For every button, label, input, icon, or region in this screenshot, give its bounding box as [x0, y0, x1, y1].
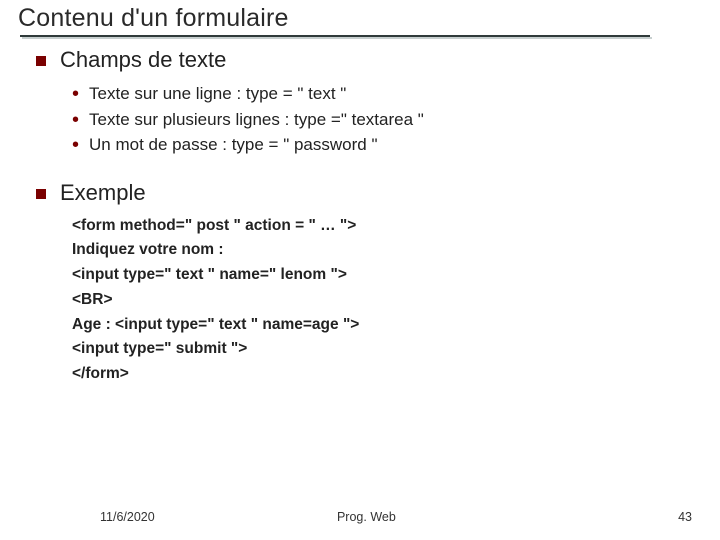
title-area: Contenu d'un formulaire: [0, 0, 720, 37]
code-line: <input type=" submit ">: [72, 337, 700, 362]
list-item-text: Texte sur une ligne : type = " text ": [89, 81, 346, 107]
dot-bullet-icon: •: [72, 133, 79, 158]
footer-date: 11/6/2020: [100, 510, 155, 524]
title-underline: [20, 35, 650, 37]
section-exemple: Exemple <form method=" post " action = "…: [36, 180, 700, 388]
list-item-text: Texte sur plusieurs lignes : type =" tex…: [89, 107, 424, 133]
dot-bullet-icon: •: [72, 108, 79, 133]
code-line: </form>: [72, 362, 700, 387]
code-block: <form method=" post " action = " … "> In…: [36, 214, 700, 388]
code-line: <BR>: [72, 288, 700, 313]
section-champs: Champs de texte • Texte sur une ligne : …: [36, 47, 700, 158]
list-item: • Un mot de passe : type = " password ": [72, 132, 700, 158]
code-line: Age : <input type=" text " name=age ">: [72, 313, 700, 338]
code-line: <form method=" post " action = " … ">: [72, 214, 700, 239]
code-line: <input type=" text " name=" lenom ">: [72, 263, 700, 288]
list-item: • Texte sur plusieurs lignes : type =" t…: [72, 107, 700, 133]
slide-footer: 11/6/2020 Prog. Web 43: [0, 510, 720, 524]
bullet-list: • Texte sur une ligne : type = " text " …: [36, 81, 700, 158]
section-heading: Champs de texte: [60, 47, 226, 73]
dot-bullet-icon: •: [72, 82, 79, 107]
list-item-text: Un mot de passe : type = " password ": [89, 132, 377, 158]
section-head: Exemple: [36, 180, 700, 206]
square-bullet-icon: [36, 56, 46, 66]
footer-course: Prog. Web: [155, 510, 678, 524]
section-head: Champs de texte: [36, 47, 700, 73]
slide-title: Contenu d'un formulaire: [18, 4, 720, 33]
code-line: Indiquez votre nom :: [72, 238, 700, 263]
slide-content: Champs de texte • Texte sur une ligne : …: [0, 37, 720, 387]
square-bullet-icon: [36, 189, 46, 199]
list-item: • Texte sur une ligne : type = " text ": [72, 81, 700, 107]
footer-page-number: 43: [678, 510, 692, 524]
section-heading: Exemple: [60, 180, 146, 206]
